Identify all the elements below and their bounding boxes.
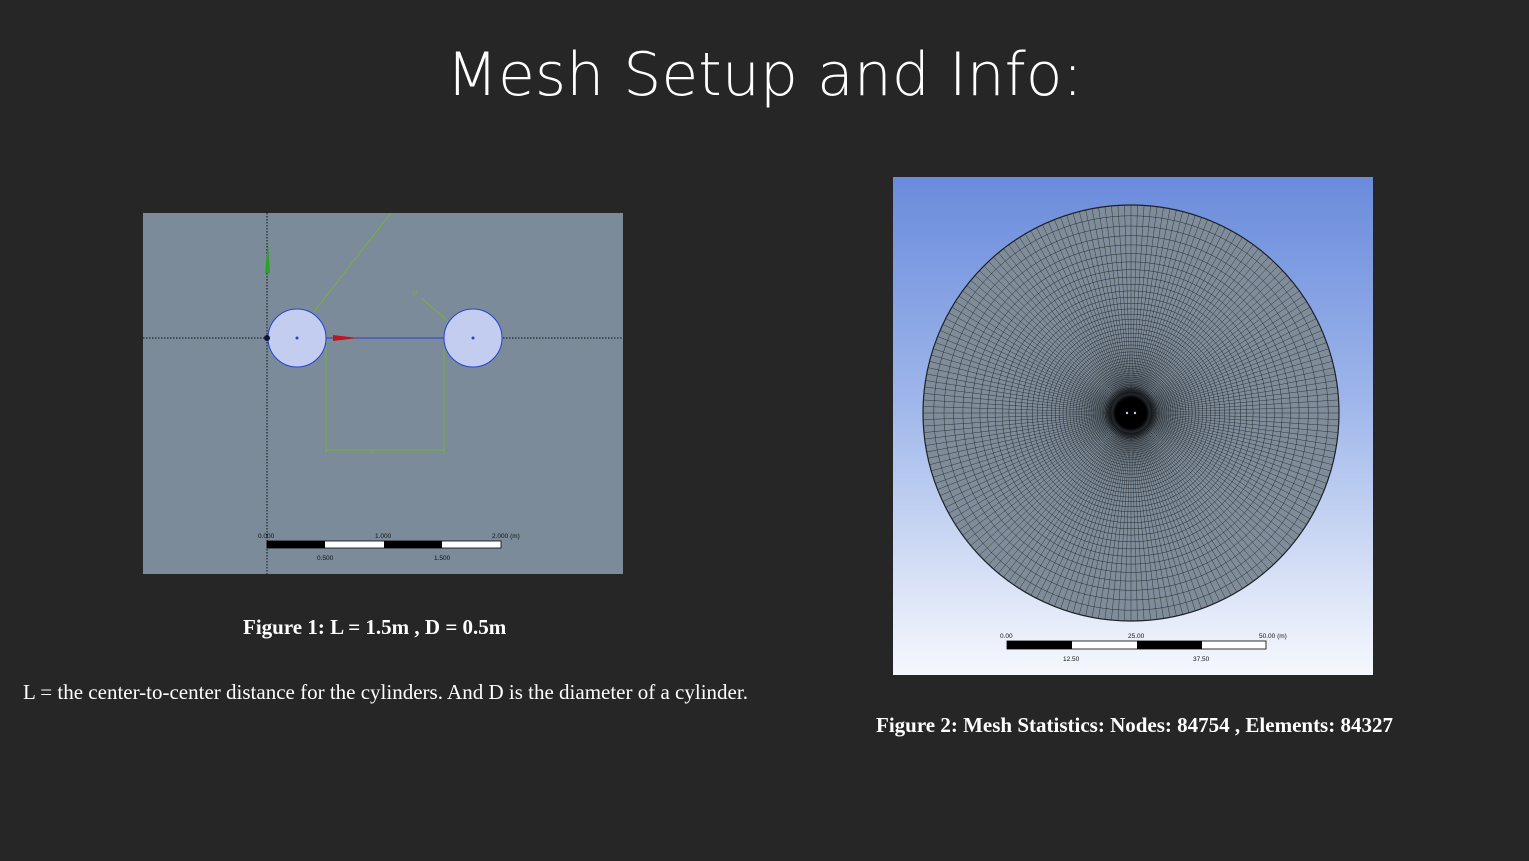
scale-label: 12.50 (1063, 656, 1080, 663)
geometry-sketch-canvas: D L 0.000 1.000 2.000 (m) 0.500 1.500 (143, 213, 623, 574)
scale-bar: 0.000 1.000 2.000 (m) 0.500 1.500 (258, 533, 520, 562)
diameter-dimension-leader-2 (420, 297, 449, 322)
cylinder-2-center (471, 336, 475, 340)
scale-label: 1.500 (434, 555, 451, 562)
L-dimension-label: L (371, 450, 375, 456)
scale-label: 1.000 (375, 533, 392, 540)
scale-label: 50.00 (m) (1259, 633, 1287, 640)
figure-1-geometry-sketch: D L 0.000 1.000 2.000 (m) 0.500 1.500 (143, 213, 623, 574)
scale-label: 0.000 (258, 533, 275, 540)
mesh-canvas: 0.00 25.00 50.00 (m) 12.50 37.50 (922, 204, 1340, 663)
figure-2-mesh-view: 0.00 25.00 50.00 (m) 12.50 37.50 (893, 177, 1373, 675)
description-text: L = the center-to-center distance for th… (23, 680, 748, 704)
cylinder-marker (1133, 411, 1137, 415)
figure-1-caption: Figure 1: L = 1.5m , D = 0.5m (243, 615, 507, 639)
scale-label: 2.000 (m) (492, 533, 520, 540)
mesh-scale-bar: 0.00 25.00 50.00 (m) 12.50 37.50 (1000, 633, 1287, 663)
scale-label: 37.50 (1193, 656, 1210, 663)
dimension-tag-label: D (413, 291, 418, 297)
scale-label: 0.00 (1000, 633, 1013, 640)
diameter-dimension-leader (312, 213, 392, 314)
slide-title: Mesh Setup and Info: (446, 40, 1083, 110)
cylinder-1-center (295, 336, 299, 340)
figure-2-caption: Figure 2: Mesh Statistics: Nodes: 84754 … (876, 713, 1393, 737)
cylinder-marker (1125, 411, 1129, 415)
scale-label: 0.500 (317, 555, 334, 562)
scale-label: 25.00 (1128, 633, 1145, 640)
mesh-refinement-core (1103, 385, 1159, 441)
